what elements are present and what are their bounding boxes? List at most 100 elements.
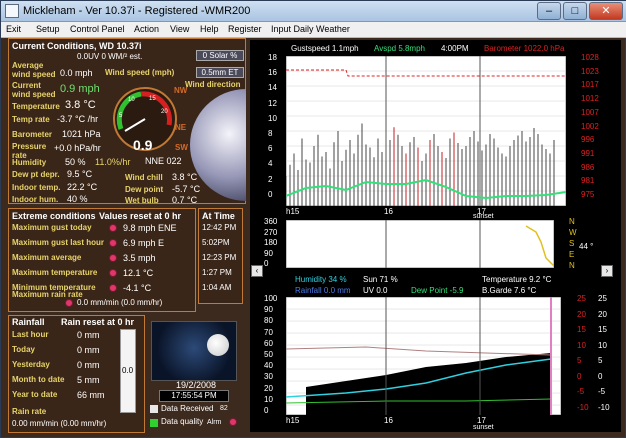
maximize-button[interactable]: □ (563, 2, 587, 20)
wind-direction-graph (286, 220, 554, 268)
temp-rate-value: -3.7 °C /hr (57, 114, 99, 124)
moon-image (151, 321, 237, 381)
dew-point-value: -5.7 °C (172, 184, 201, 194)
moon-icon (207, 334, 229, 356)
wind-dir-current: 44 ° (579, 242, 594, 251)
compass-ne: NE (175, 123, 187, 132)
menu-action[interactable]: Action (134, 24, 159, 34)
bot-right-a-tick-2: 15 (577, 325, 586, 334)
menu-setup[interactable]: Setup (36, 24, 60, 34)
moon-date: 19/2/2008 (176, 380, 217, 390)
dir-compass-2: S (569, 239, 575, 248)
top-left-tick-4: 10 (268, 113, 277, 123)
solar-button[interactable]: 0 Solar % (196, 50, 244, 61)
barometer-label: Barometer (12, 130, 53, 139)
wet-bulb-value: 0.7 °C (172, 195, 198, 205)
temperature-label: Temperature (12, 102, 60, 111)
bot-left-tick-10: 0 (264, 406, 269, 415)
top-right-tick-2: 1017 (581, 80, 599, 90)
dir-tick-3: 90 (264, 248, 273, 258)
compass-sw: SW (175, 143, 188, 152)
rain-rate-value: 0.00 mm/min (0.00 mm/hr) (12, 419, 107, 428)
gauge-tick-15: 15 (149, 96, 156, 102)
extreme-time-2: 12:23 PM (202, 253, 237, 262)
menu-help[interactable]: Help (200, 24, 219, 34)
avg-wind-label: Average wind speed (12, 61, 56, 79)
menu-register[interactable]: Register (228, 24, 262, 34)
rain-value-3: 5 mm (77, 375, 100, 385)
rainfall-header: Rainfall (12, 317, 45, 327)
top-left-tick-8: 2 (268, 174, 273, 184)
top-right-tick-9: 981 (581, 176, 595, 186)
extreme-indicator-1 (109, 239, 117, 247)
at-time-header: At Time (202, 211, 235, 221)
close-button[interactable]: ✕ (589, 2, 623, 20)
top-x-sunset: sunset (473, 213, 494, 220)
rainfall-reset-label: Rain reset at 0 hr (61, 317, 135, 327)
wind-direction-text: NNE 022 (145, 156, 182, 166)
rainfall-graph-label: Rainfall 0.0 mm (295, 286, 351, 295)
extreme-value-3: 12.1 °C (123, 268, 154, 278)
top-left-tick-9: 0 (268, 189, 273, 199)
top-right-tick-8: 986 (581, 162, 595, 172)
bot-left-tick-3: 70 (264, 327, 273, 337)
menu-bar: Exit Setup Control Panel Action View Hel… (1, 22, 626, 38)
minimize-button[interactable]: – (537, 2, 561, 20)
rain-value-1: 0 mm (77, 345, 100, 355)
dew-pt-depr-label: Dew pt depr. (12, 170, 60, 179)
humidity-label: Humidity (12, 158, 47, 167)
bot-x-16: 16 (384, 416, 393, 425)
menu-exit[interactable]: Exit (6, 24, 21, 34)
top-right-tick-4: 1007 (581, 107, 599, 117)
dir-tick-0: 360 (264, 217, 278, 226)
cur-wind-value: 0.9 mph (60, 83, 100, 95)
extreme-indicator-3 (109, 269, 117, 277)
rain-label-0: Last hour (12, 330, 49, 339)
top-x-16: 16 (384, 207, 393, 216)
data-received-count: 82 (220, 405, 228, 412)
extreme-time-0: 12:42 PM (202, 223, 237, 232)
top-left-tick-6: 6 (268, 144, 273, 154)
extreme-label-2: Maximum average (12, 253, 82, 262)
bot-left-tick-0: 100 (264, 294, 278, 303)
barometer-graph-label: Barometer 1022.0 hPa (484, 44, 565, 53)
menu-input-daily-weather[interactable]: Input Daily Weather (271, 24, 350, 34)
scroll-right-button[interactable]: › (601, 265, 613, 277)
extreme-indicator-4 (109, 284, 117, 292)
scroll-left-button[interactable]: ‹ (251, 265, 263, 277)
wet-bulb-label: Wet bulb (125, 196, 159, 205)
temperature-graph-label: Temperature 9.2 °C (482, 275, 552, 284)
avspd-label: Avspd 5.8mph (374, 44, 425, 53)
indoor-hum-label: Indoor hum. (12, 195, 59, 204)
bot-right-a-tick-5: 0 (577, 371, 582, 381)
top-left-tick-5: 8 (268, 129, 273, 138)
menu-view[interactable]: View (170, 24, 189, 34)
barometer-value: 1021 hPa (62, 129, 101, 139)
alarm-label: Alrm (207, 419, 222, 426)
top-right-tick-5: 1002 (581, 121, 599, 131)
bot-x-h15: h15 (286, 416, 300, 425)
alarm-button[interactable] (229, 418, 237, 426)
top-right-tick-10: 975 (581, 190, 595, 199)
bot-right-b-tick-1: 20 (598, 309, 607, 319)
extreme-value-2: 3.5 mph (123, 253, 156, 263)
clock-display: 17:55:54 PM (159, 390, 229, 402)
bot-right-b-tick-3: 10 (598, 340, 607, 350)
graph-time-label: 4:00PM (441, 44, 469, 53)
temp-rate-label: Temp rate (12, 115, 50, 124)
extreme-conditions-header: Extreme conditions (12, 211, 96, 221)
bot-right-b-tick-5: 0 (598, 371, 603, 381)
et-button[interactable]: 0.5mm ET (196, 67, 244, 78)
gust-label: Gustspeed 1.1mph (291, 44, 359, 53)
bot-left-tick-4: 60 (264, 338, 273, 348)
rain-label-1: Today (12, 345, 35, 354)
gauge-tick-10: 10 (128, 97, 135, 103)
rain-tube-value: 0.0 (122, 366, 134, 375)
data-quality-label: Data quality (161, 417, 204, 426)
dew-pt-depr-value: 9.5 °C (67, 169, 93, 179)
menu-control-panel[interactable]: Control Panel (70, 24, 125, 34)
extreme-conditions-panel: Extreme conditions Values reset at 0 hr … (8, 208, 196, 312)
window-title: Mickleham - Ver 10.37i - Registered -WMR… (23, 5, 251, 17)
bot-right-b-tick-0: 25 (598, 294, 607, 303)
indoor-temp-value: 22.2 °C (67, 182, 98, 192)
